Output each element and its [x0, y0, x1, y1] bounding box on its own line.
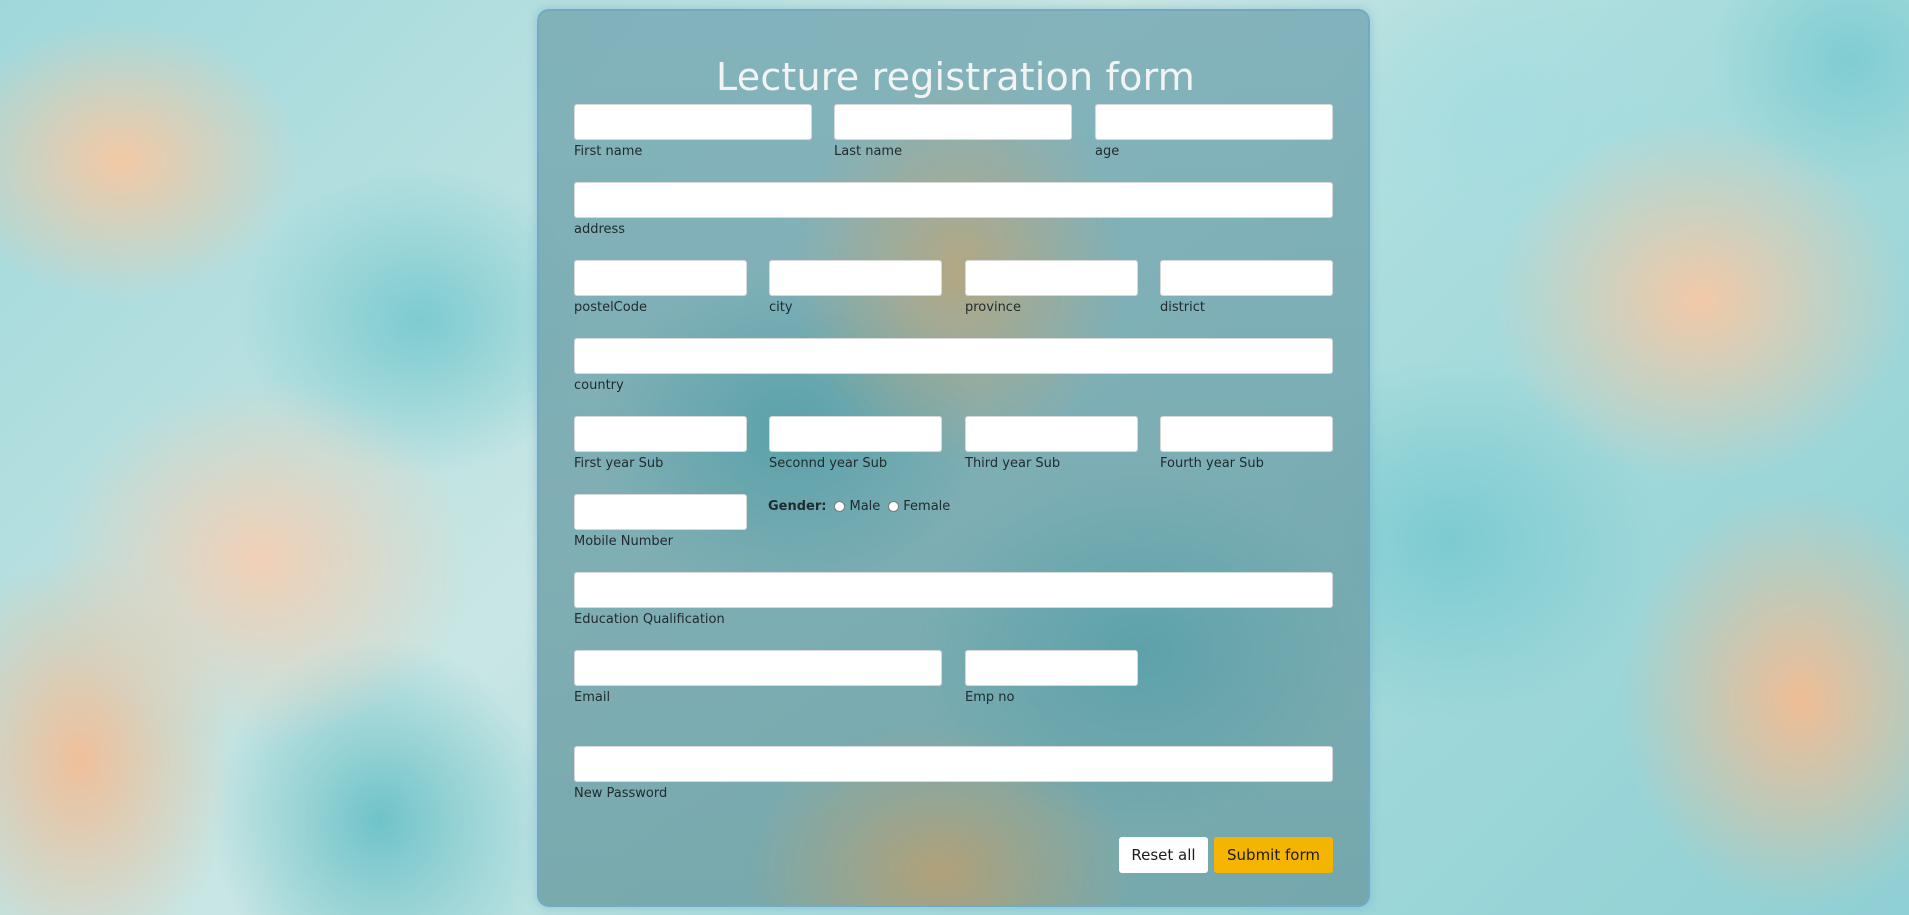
- last-name-group: Last name: [834, 104, 1072, 159]
- gender-option-male[interactable]: Male: [834, 499, 880, 514]
- postal-code-group: postelCode: [574, 260, 747, 315]
- first-name-label: First name: [574, 144, 643, 159]
- district-input[interactable]: [1160, 260, 1333, 296]
- emp-no-label: Emp no: [965, 690, 1015, 705]
- emp-no-group: Emp no: [965, 650, 1138, 705]
- last-name-label: Last name: [834, 144, 903, 159]
- new-password-group: New Password: [574, 746, 1333, 801]
- new-password-input[interactable]: [574, 746, 1333, 782]
- first-year-sub-input[interactable]: [574, 416, 747, 452]
- last-name-input[interactable]: [834, 104, 1072, 140]
- country-label: country: [574, 378, 624, 393]
- male-radio[interactable]: [834, 501, 846, 512]
- fourth-year-sub-input[interactable]: [1160, 416, 1333, 452]
- email-label: Email: [574, 690, 611, 705]
- first-year-sub-group: First year Sub: [574, 416, 747, 471]
- email-group: Email: [574, 650, 942, 705]
- province-label: province: [965, 300, 1021, 315]
- city-label: city: [769, 300, 793, 315]
- postal-code-input[interactable]: [574, 260, 747, 296]
- reset-all-button[interactable]: Reset all: [1119, 837, 1208, 873]
- submit-form-button[interactable]: Submit form: [1214, 837, 1333, 873]
- first-year-sub-label: First year Sub: [574, 456, 664, 471]
- age-input[interactable]: [1095, 104, 1333, 140]
- mobile-number-label: Mobile Number: [574, 534, 673, 549]
- gender-option-female[interactable]: Female: [888, 499, 950, 514]
- address-label: address: [574, 222, 626, 237]
- city-input[interactable]: [769, 260, 942, 296]
- postal-code-label: postelCode: [574, 300, 647, 315]
- second-year-sub-label: Seconnd year Sub: [769, 456, 888, 471]
- fourth-year-sub-label: Fourth year Sub: [1160, 456, 1264, 471]
- first-name-group: First name: [574, 104, 812, 159]
- address-input[interactable]: [574, 182, 1333, 218]
- second-year-sub-input[interactable]: [769, 416, 942, 452]
- female-radio[interactable]: [888, 501, 900, 512]
- first-name-input[interactable]: [574, 104, 812, 140]
- form-title: Lecture registration form: [716, 55, 1195, 99]
- district-label: district: [1160, 300, 1205, 315]
- third-year-sub-input[interactable]: [965, 416, 1138, 452]
- country-input[interactable]: [574, 338, 1333, 374]
- province-input[interactable]: [965, 260, 1138, 296]
- mobile-number-input[interactable]: [574, 494, 747, 530]
- male-radio-label: Male: [849, 499, 881, 514]
- province-group: province: [965, 260, 1138, 315]
- mobile-number-group: Mobile Number: [574, 494, 747, 549]
- district-group: district: [1160, 260, 1333, 315]
- gender-group: Gender: Male Female: [768, 499, 958, 514]
- gender-label: Gender:: [768, 499, 827, 514]
- age-group: age: [1095, 104, 1333, 159]
- third-year-sub-group: Third year Sub: [965, 416, 1138, 471]
- new-password-label: New Password: [574, 786, 668, 801]
- second-year-sub-group: Seconnd year Sub: [769, 416, 942, 471]
- fourth-year-sub-group: Fourth year Sub: [1160, 416, 1333, 471]
- city-group: city: [769, 260, 942, 315]
- education-qualification-label: Education Qualification: [574, 612, 725, 627]
- country-group: country: [574, 338, 1333, 393]
- address-group: address: [574, 182, 1333, 237]
- third-year-sub-label: Third year Sub: [965, 456, 1061, 471]
- female-radio-label: Female: [903, 499, 951, 514]
- education-qualification-group: Education Qualification: [574, 572, 1333, 627]
- age-label: age: [1095, 144, 1120, 159]
- education-qualification-input[interactable]: [574, 572, 1333, 608]
- emp-no-input[interactable]: [965, 650, 1138, 686]
- email-input[interactable]: [574, 650, 942, 686]
